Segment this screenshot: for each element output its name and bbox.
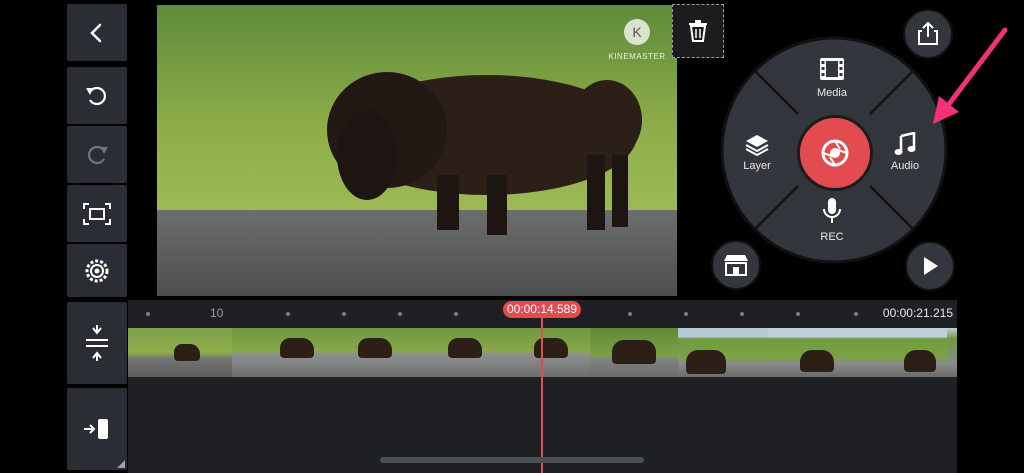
undo-button[interactable]: [67, 67, 127, 124]
video-preview[interactable]: K KINEMASTER: [157, 5, 677, 296]
watermark-text: KINEMASTER: [608, 52, 666, 61]
ruler-tick: [684, 312, 688, 316]
clip-frame-thumbnail: [858, 328, 947, 377]
ruler-tick: [398, 312, 402, 316]
crop-button[interactable]: [67, 185, 127, 242]
rec-label: REC: [820, 231, 844, 243]
asset-store-button[interactable]: [711, 240, 761, 290]
clip-frame-thumbnail: [947, 328, 957, 377]
trash-icon: [689, 20, 707, 42]
ruler-tick: [342, 312, 346, 316]
play-button[interactable]: [905, 241, 955, 291]
kinemaster-logo-icon: K: [624, 19, 650, 45]
play-icon: [924, 257, 938, 275]
timeline-expand-button[interactable]: [67, 302, 127, 384]
preview-frame-image: [157, 5, 677, 296]
kinemaster-watermark: K KINEMASTER: [602, 17, 672, 61]
timeline-scrollbar[interactable]: [380, 457, 644, 463]
clip-frame-thumbnail: [500, 328, 590, 377]
corner-indicator: [117, 460, 125, 468]
media-button[interactable]: Media: [802, 56, 862, 102]
clip-frame-thumbnail: [128, 328, 232, 377]
timeline-end-time: 00:00:21.215: [882, 306, 953, 320]
ruler-tick: [796, 312, 800, 316]
undo-icon: [86, 86, 107, 105]
gear-icon: [85, 259, 109, 282]
ruler-label: 10: [210, 306, 224, 320]
timeline-panel[interactable]: 10 00:00:21.215 00:00:14.589: [128, 300, 957, 473]
store-icon: [724, 255, 748, 276]
camera-shutter-icon: [821, 139, 849, 167]
chevron-left-icon: [90, 23, 102, 42]
music-note-icon: [894, 132, 916, 155]
media-label: Media: [817, 87, 847, 99]
layers-icon: [745, 135, 769, 156]
rec-button[interactable]: REC: [802, 198, 862, 246]
media-film-icon: [820, 58, 844, 80]
clip-frame-thumbnail: [768, 328, 858, 377]
pink-arrow-annotation: [933, 27, 1008, 124]
fullscreen-crop-icon: [83, 202, 111, 225]
audio-button[interactable]: Audio: [875, 132, 935, 178]
redo-button[interactable]: [67, 126, 127, 183]
redo-icon: [87, 145, 108, 164]
ruler-tick: [854, 312, 858, 316]
clip-frame-thumbnail: [410, 328, 500, 377]
playhead-line[interactable]: [541, 310, 543, 473]
ruler-tick: [454, 312, 458, 316]
settings-button[interactable]: [67, 244, 127, 297]
clip-frame-thumbnail: [232, 328, 322, 377]
delete-button[interactable]: [672, 4, 724, 58]
jump-to-start-icon: [84, 419, 108, 439]
clip-frame-thumbnail: [590, 328, 678, 377]
svg-text:K: K: [632, 24, 642, 40]
clip-frame-thumbnail: [322, 328, 410, 377]
ruler-tick: [740, 312, 744, 316]
audio-label: Audio: [890, 160, 920, 172]
back-button[interactable]: [67, 4, 127, 61]
expand-vertical-icon: [86, 325, 108, 361]
microphone-icon: [823, 198, 841, 223]
layer-label: Layer: [743, 160, 771, 172]
jump-to-start-button[interactable]: [67, 388, 127, 470]
ruler-tick: [628, 312, 632, 316]
layer-button[interactable]: Layer: [727, 132, 787, 178]
ruler-tick: [286, 312, 290, 316]
ruler-tick: [146, 312, 150, 316]
playhead-time-label[interactable]: 00:00:14.589: [503, 301, 581, 318]
clip-frame-thumbnail: [678, 328, 768, 377]
capture-button[interactable]: [797, 115, 873, 191]
